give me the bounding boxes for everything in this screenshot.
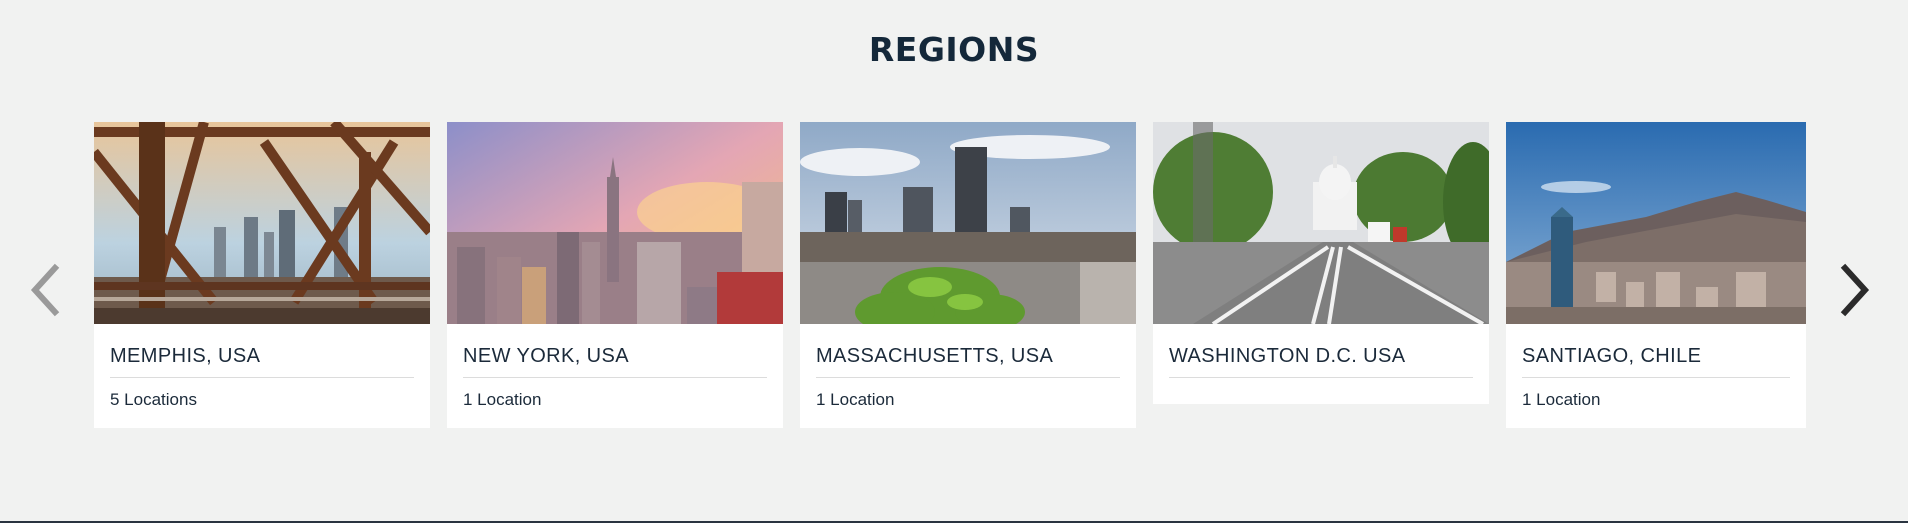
region-name: MASSACHUSETTS, USA xyxy=(816,324,1120,378)
section-title: REGIONS xyxy=(868,30,1040,69)
region-image xyxy=(1506,122,1806,324)
region-location-count: 5 Locations xyxy=(110,390,197,409)
region-card-massachusetts[interactable]: MASSACHUSETTS, USA 1 Location xyxy=(800,122,1136,428)
region-card-santiago[interactable]: SANTIAGO, CHILE 1 Location xyxy=(1506,122,1806,428)
region-card-new-york[interactable]: NEW YORK, USA 1 Location xyxy=(447,122,783,428)
chevron-right-icon xyxy=(1840,263,1870,317)
region-image xyxy=(1153,122,1489,324)
region-location-count: 1 Location xyxy=(463,390,542,409)
carousel-track: MEMPHIS, USA 5 Locations NEW YORK, USA 1… xyxy=(94,122,1808,432)
carousel-next-button[interactable] xyxy=(1835,260,1875,320)
regions-section: REGIONS MEMPHIS, USA 5 Locations NEW YOR… xyxy=(0,0,1908,523)
region-location-count: 1 Location xyxy=(1522,390,1601,409)
region-name: WASHINGTON D.C. USA xyxy=(1169,324,1473,378)
region-name: SANTIAGO, CHILE xyxy=(1522,324,1790,378)
region-image xyxy=(94,122,430,324)
region-name: MEMPHIS, USA xyxy=(110,324,414,378)
region-card-washington-dc[interactable]: WASHINGTON D.C. USA xyxy=(1153,122,1489,404)
chevron-left-icon xyxy=(30,263,60,317)
region-name: NEW YORK, USA xyxy=(463,324,767,378)
carousel-prev-button[interactable] xyxy=(25,260,65,320)
region-card-memphis[interactable]: MEMPHIS, USA 5 Locations xyxy=(94,122,430,428)
region-image xyxy=(447,122,783,324)
region-location-count: 1 Location xyxy=(816,390,895,409)
region-image xyxy=(800,122,1136,324)
